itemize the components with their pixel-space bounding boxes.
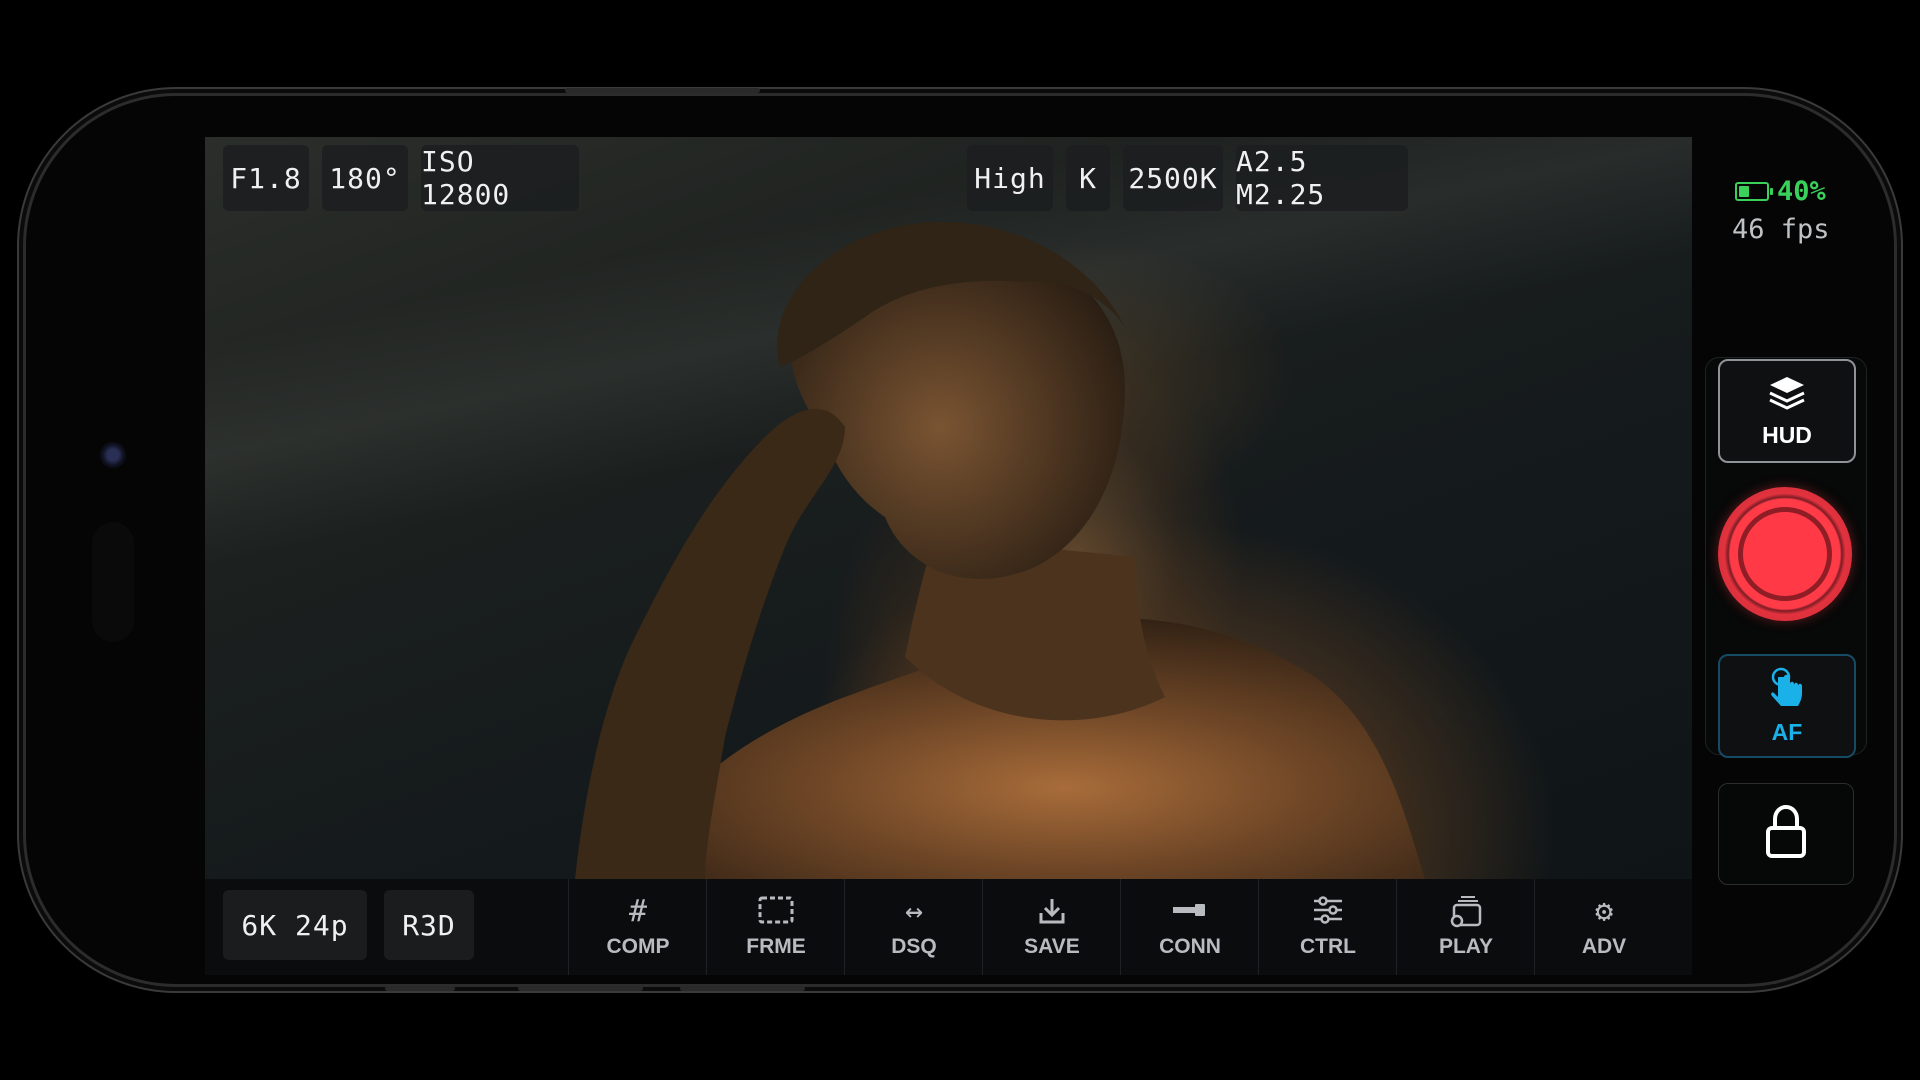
control-label: CTRL bbox=[1300, 935, 1356, 958]
af-label: AF bbox=[1771, 718, 1803, 745]
codec-value: R3D bbox=[402, 908, 456, 942]
hud-button[interactable]: HUD bbox=[1718, 359, 1856, 463]
desqueeze-label: DSQ bbox=[891, 935, 937, 958]
sliders-icon bbox=[1311, 895, 1345, 931]
comp-label: COMP bbox=[606, 935, 670, 958]
statue-silhouette bbox=[575, 221, 1425, 879]
af-button[interactable]: AF bbox=[1718, 654, 1856, 758]
frame-label: FRME bbox=[746, 935, 806, 958]
side-button-bottom-2 bbox=[518, 986, 643, 991]
white-balance-mode-chip[interactable]: K bbox=[1066, 145, 1110, 211]
quality-chip[interactable]: High bbox=[967, 145, 1053, 211]
comp-button[interactable]: # COMP bbox=[568, 879, 707, 975]
frame-button[interactable]: FRME bbox=[706, 879, 845, 975]
control-button[interactable]: CTRL bbox=[1258, 879, 1397, 975]
shutter-angle-chip[interactable]: 180° bbox=[322, 145, 408, 211]
bottom-toolbar: 6K 24p R3D # COMP FRME ↔ DSQ SAVE CONN C… bbox=[205, 879, 1692, 975]
desqueeze-button[interactable]: ↔ DSQ bbox=[844, 879, 983, 975]
resolution-framerate-chip[interactable]: 6K 24p bbox=[223, 890, 367, 960]
side-button-bottom-3 bbox=[680, 986, 805, 991]
battery-status: 40% bbox=[1735, 176, 1826, 207]
iso-chip[interactable]: ISO 12800 bbox=[421, 145, 579, 211]
touch-hand-icon bbox=[1767, 667, 1807, 713]
volume-button bbox=[565, 88, 760, 93]
play-button[interactable]: PLAY bbox=[1396, 879, 1535, 975]
grid-icon: # bbox=[628, 894, 648, 929]
audio-levels-chip[interactable]: A2.5 M2.25 bbox=[1236, 145, 1408, 211]
fps-readout: 46 fps bbox=[1732, 214, 1830, 245]
gear-icon: ⚙ bbox=[1594, 894, 1614, 929]
iso-value: ISO 12800 bbox=[421, 145, 511, 211]
playback-icon bbox=[1448, 895, 1484, 931]
front-camera bbox=[100, 442, 126, 468]
save-label: SAVE bbox=[1024, 935, 1080, 958]
codec-chip[interactable]: R3D bbox=[384, 890, 474, 960]
play-label: PLAY bbox=[1438, 935, 1494, 958]
camera-viewfinder[interactable]: F1.8 180° ISO 12800 High K 2500K A2.5 M2… bbox=[205, 137, 1692, 879]
advanced-label: ADV bbox=[1581, 935, 1627, 958]
resolution-framerate-value: 6K 24p bbox=[241, 908, 349, 942]
white-balance-mode-value: K bbox=[1079, 161, 1097, 195]
layers-icon bbox=[1767, 374, 1807, 416]
record-button-inner bbox=[1738, 507, 1832, 601]
save-download-icon bbox=[1036, 895, 1068, 931]
lock-button[interactable] bbox=[1718, 783, 1854, 885]
aperture-value: F1.8 bbox=[230, 161, 302, 195]
battery-percent: 40% bbox=[1777, 176, 1826, 207]
aperture-chip[interactable]: F1.8 bbox=[223, 145, 309, 211]
color-temperature-value: 2500K bbox=[1128, 161, 1218, 195]
hud-label: HUD bbox=[1762, 421, 1812, 448]
audio-levels-value: A2.5 M2.25 bbox=[1236, 145, 1326, 211]
desqueeze-arrows-icon: ↔ bbox=[904, 894, 924, 929]
connect-label: CONN bbox=[1159, 935, 1221, 958]
quality-value: High bbox=[974, 161, 1046, 195]
save-button[interactable]: SAVE bbox=[982, 879, 1121, 975]
side-button-bottom-1 bbox=[385, 986, 455, 991]
battery-icon bbox=[1735, 182, 1773, 201]
lock-icon bbox=[1764, 804, 1808, 864]
shutter-angle-value: 180° bbox=[329, 161, 401, 195]
battery-level-fill bbox=[1739, 186, 1749, 197]
connector-icon bbox=[1170, 895, 1210, 931]
frame-icon bbox=[758, 895, 794, 931]
dynamic-island bbox=[92, 522, 134, 642]
advanced-button[interactable]: ⚙ ADV bbox=[1534, 879, 1673, 975]
color-temperature-chip[interactable]: 2500K bbox=[1123, 145, 1223, 211]
connect-button[interactable]: CONN bbox=[1120, 879, 1259, 975]
